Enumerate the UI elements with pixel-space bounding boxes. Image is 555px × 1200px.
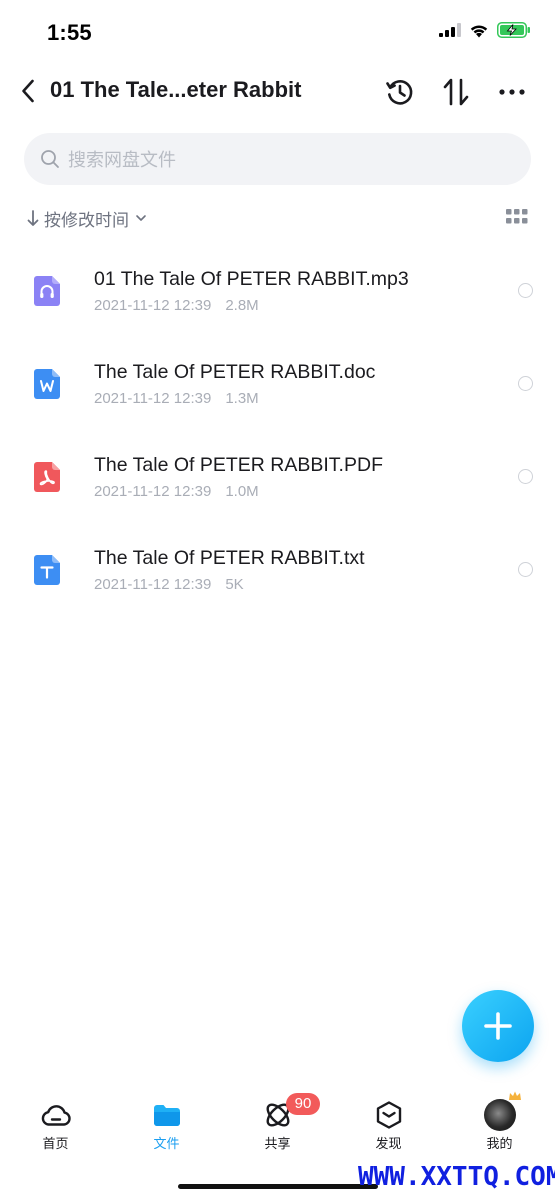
status-bar: 1:55: [0, 0, 555, 66]
text-file-icon: [34, 555, 60, 585]
sort-selector[interactable]: 按修改时间: [26, 204, 147, 232]
sort-order-button[interactable]: [438, 74, 474, 110]
file-size: 1.3M: [225, 390, 259, 407]
cube-icon: [372, 1098, 406, 1132]
file-date: 2021-11-12 12:39: [94, 297, 212, 314]
file-date: 2021-11-12 12:39: [94, 390, 212, 407]
tab-label: 文件: [153, 1136, 180, 1151]
tab-home[interactable]: 首页: [0, 1086, 111, 1158]
add-button[interactable]: [462, 990, 534, 1062]
file-row[interactable]: The Tale Of PETER RABBIT.txt 2021-11-12 …: [0, 519, 555, 612]
audio-file-icon: [34, 276, 60, 306]
file-name: The Tale Of PETER RABBIT.txt: [94, 547, 365, 569]
tab-label: 共享: [264, 1136, 291, 1151]
word-file-icon: [34, 369, 60, 399]
file-date: 2021-11-12 12:39: [94, 576, 212, 593]
page-title: 01 The Tale...eter Rabbit: [50, 77, 302, 102]
folder-icon: [150, 1098, 184, 1132]
avatar-wrapper: [483, 1091, 521, 1132]
select-checkbox[interactable]: [518, 283, 533, 298]
tab-label: 发现: [375, 1136, 402, 1151]
file-size: 1.0M: [225, 483, 259, 500]
plus-icon: [484, 1012, 512, 1040]
arrow-down-icon: [27, 210, 39, 226]
file-size: 2.8M: [225, 297, 259, 314]
cloud-icon: [39, 1098, 73, 1132]
more-button[interactable]: [494, 74, 530, 110]
wifi-icon: [470, 24, 488, 37]
header-bar: 01 The Tale...eter Rabbit: [0, 66, 555, 118]
more-dots-icon: [499, 89, 525, 95]
tab-profile[interactable]: 我的: [444, 1086, 555, 1158]
sort-label: 按修改时间: [44, 210, 129, 230]
tab-label: 我的: [486, 1136, 513, 1151]
file-date: 2021-11-12 12:39: [94, 483, 212, 500]
file-row[interactable]: The Tale Of PETER RABBIT.doc 2021-11-12 …: [0, 333, 555, 426]
search-icon: [41, 150, 59, 168]
file-row[interactable]: The Tale Of PETER RABBIT.PDF 2021-11-12 …: [0, 426, 555, 519]
file-meta: 2021-11-12 12:39 2.8M: [94, 297, 259, 314]
bottom-nav: 首页 文件 共享 90 发现 我的: [0, 1086, 555, 1166]
search-input[interactable]: 搜索网盘文件: [24, 133, 531, 185]
status-icons: [439, 22, 531, 38]
select-checkbox[interactable]: [518, 562, 533, 577]
file-size: 5K: [225, 576, 244, 593]
crown-icon: [509, 1091, 521, 1100]
file-meta: 2021-11-12 12:39 1.0M: [94, 483, 259, 500]
file-row[interactable]: 01 The Tale Of PETER RABBIT.mp3 2021-11-…: [0, 240, 555, 333]
file-name: The Tale Of PETER RABBIT.PDF: [94, 454, 383, 476]
avatar: [484, 1091, 521, 1131]
chevron-down-icon: [136, 215, 146, 221]
select-checkbox[interactable]: [518, 376, 533, 391]
pdf-file-icon: [34, 462, 60, 492]
status-time: 1:55: [47, 20, 92, 45]
select-checkbox[interactable]: [518, 469, 533, 484]
file-list: 01 The Tale Of PETER RABBIT.mp3 2021-11-…: [0, 240, 555, 612]
tab-discover[interactable]: 发现: [333, 1086, 444, 1158]
tab-label: 首页: [42, 1136, 69, 1151]
sort-arrows-icon: [443, 78, 469, 106]
battery-charging-icon: [497, 22, 530, 38]
grid-view-icon[interactable]: [506, 209, 528, 225]
history-icon: [386, 80, 413, 105]
signal-icon: [439, 23, 461, 37]
back-button[interactable]: [14, 74, 42, 108]
history-button[interactable]: [382, 74, 418, 110]
file-meta: 2021-11-12 12:39 1.3M: [94, 390, 259, 407]
search-placeholder: 搜索网盘文件: [68, 150, 176, 170]
chevron-left-icon: [22, 79, 34, 103]
home-indicator: [178, 1184, 378, 1189]
tab-files[interactable]: 文件: [111, 1086, 222, 1158]
file-name: The Tale Of PETER RABBIT.doc: [94, 361, 376, 383]
file-name: 01 The Tale Of PETER RABBIT.mp3: [94, 268, 409, 290]
watermark: WWW.XXTTQ.COM: [358, 1162, 555, 1192]
file-meta: 2021-11-12 12:39 5K: [94, 576, 244, 593]
notification-badge: 90: [286, 1093, 320, 1115]
